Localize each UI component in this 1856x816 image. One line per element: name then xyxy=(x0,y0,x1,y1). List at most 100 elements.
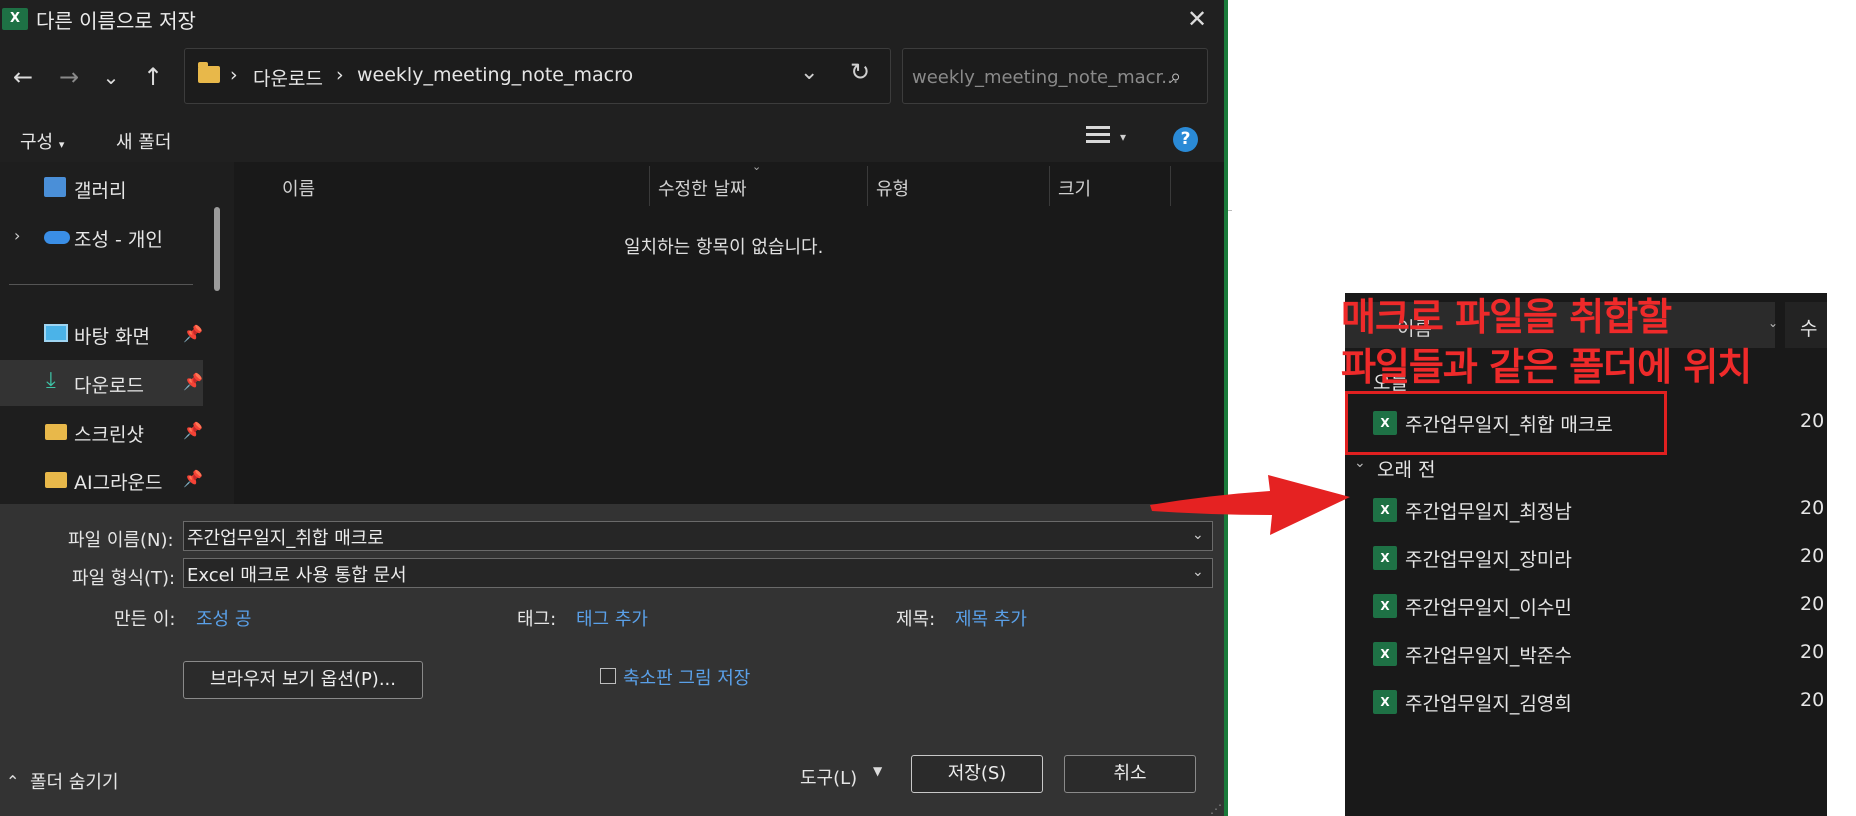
tools-menu-button[interactable]: 도구(L) xyxy=(800,764,857,790)
folder-icon xyxy=(45,424,67,440)
search-input[interactable]: weekly_meeting_note_macr... xyxy=(912,67,1178,88)
chevron-up-icon[interactable]: ⌃ xyxy=(6,772,19,791)
pin-icon: 📌 xyxy=(183,324,203,343)
pin-icon: 📌 xyxy=(183,372,203,391)
column-header-size[interactable]: 크기 xyxy=(1058,175,1091,201)
annotation-text: 매크로 파일을 취합할 파일들과 같은 폴더에 위치 xyxy=(1341,292,1752,392)
explorer-file-name[interactable]: 주간업무일지_장미라 xyxy=(1405,545,1572,572)
organize-label: 구성 xyxy=(20,132,54,153)
sidebar-item-gallery[interactable]: 갤러리 xyxy=(74,176,126,203)
group-old-label[interactable]: 오래 전 xyxy=(1377,455,1435,482)
dialog-title: 다른 이름으로 저장 xyxy=(36,9,196,33)
explorer-file-name[interactable]: 주간업무일지_최정남 xyxy=(1405,497,1572,524)
excel-app-icon: X xyxy=(2,8,28,30)
folder-icon xyxy=(45,472,67,488)
excel-file-icon: X xyxy=(1373,594,1397,618)
save-thumbnail-label[interactable]: 축소판 그림 저장 xyxy=(623,664,750,690)
breadcrumb-separator: › xyxy=(336,64,344,86)
empty-folder-message: 일치하는 항목이 없습니다. xyxy=(624,237,824,258)
desktop-icon xyxy=(44,324,68,342)
author-value[interactable]: 조성 공 xyxy=(196,605,251,631)
caret-down-icon: ▾ xyxy=(58,138,65,151)
browser-view-options-button[interactable]: 브라우저 보기 옵션(P)... xyxy=(183,661,423,699)
up-folder-button[interactable]: ↑ xyxy=(138,62,168,92)
column-divider[interactable] xyxy=(649,166,650,206)
onedrive-icon xyxy=(44,231,70,244)
help-icon[interactable]: ? xyxy=(1173,127,1198,152)
download-icon: ⤓ xyxy=(46,368,56,393)
breadcrumb-current-folder[interactable]: weekly_meeting_note_macro xyxy=(357,64,633,86)
file-name-label: 파일 이름(N): xyxy=(68,530,174,551)
sidebar-item-aiground[interactable]: AI그라운드 xyxy=(74,468,163,495)
annotation-line-2: 파일들과 같은 폴더에 위치 xyxy=(1341,345,1752,389)
address-history-chevron-icon[interactable]: ⌄ xyxy=(800,60,818,85)
title-add-link[interactable]: 제목 추가 xyxy=(955,605,1027,631)
chevron-down-icon[interactable]: ⌄ xyxy=(1768,316,1778,330)
column-divider[interactable] xyxy=(1170,166,1171,206)
excel-file-icon: X xyxy=(1373,642,1397,666)
file-name-input[interactable]: 주간업무일지_취합 매크로 xyxy=(187,524,384,550)
gallery-icon xyxy=(44,177,66,197)
breadcrumb-separator: › xyxy=(230,64,238,86)
explorer-file-date: 20 xyxy=(1800,410,1825,432)
close-button[interactable]: ✕ xyxy=(1180,2,1214,36)
highlight-box xyxy=(1345,391,1667,455)
sort-chevron-icon: ⌄ xyxy=(752,160,762,173)
chevron-down-icon[interactable]: ⌄ xyxy=(1192,564,1204,580)
file-list-pane xyxy=(234,162,1224,504)
search-icon[interactable]: ⌕ xyxy=(1170,64,1181,88)
cancel-button[interactable]: 취소 xyxy=(1064,755,1196,793)
sidebar-item-onedrive[interactable]: 조성 - 개인 xyxy=(74,225,163,252)
recent-locations-button[interactable]: ⌄ xyxy=(96,62,126,92)
pin-icon: 📌 xyxy=(183,469,203,488)
save-as-dialog: X 다른 이름으로 저장 ✕ ← → ⌄ ↑ › 다운로드 › weekly_m… xyxy=(0,0,1224,816)
explorer-file-date: 20 xyxy=(1800,593,1825,615)
explorer-file-date: 20 xyxy=(1800,497,1825,519)
explorer-file-date: 20 xyxy=(1800,689,1825,711)
file-type-label: 파일 형식(T): xyxy=(72,568,176,589)
column-divider[interactable] xyxy=(1049,166,1050,206)
excel-file-icon: X xyxy=(1373,498,1397,522)
tags-label: 태그: xyxy=(517,609,557,630)
expand-chevron-icon[interactable]: › xyxy=(14,226,20,245)
save-thumbnail-checkbox[interactable] xyxy=(600,668,616,684)
column-divider[interactable] xyxy=(867,166,868,206)
explorer-file-name[interactable]: 주간업무일지_이수민 xyxy=(1405,593,1572,620)
file-type-value[interactable]: Excel 매크로 사용 통합 문서 xyxy=(187,561,407,587)
pin-icon: 📌 xyxy=(183,421,203,440)
column-header-name[interactable]: 이름 xyxy=(282,175,315,201)
excel-file-icon: X xyxy=(1373,546,1397,570)
sidebar-scrollbar[interactable] xyxy=(214,207,220,291)
resize-grip-icon[interactable]: ⋰ xyxy=(1210,802,1222,816)
explorer-file-date: 20 xyxy=(1800,641,1825,663)
breadcrumb-downloads[interactable]: 다운로드 xyxy=(253,64,323,91)
excel-file-icon: X xyxy=(1373,690,1397,714)
refresh-icon[interactable]: ↻ xyxy=(850,58,870,86)
annotation-arrow-icon xyxy=(1150,475,1350,535)
forward-button[interactable]: → xyxy=(54,62,84,92)
author-label: 만든 이: xyxy=(114,609,176,630)
column-header-type[interactable]: 유형 xyxy=(876,175,909,201)
window-edge xyxy=(1224,0,1228,816)
folder-icon xyxy=(198,62,220,83)
hide-folders-button[interactable]: 폴더 숨기기 xyxy=(30,768,119,794)
title-label: 제목: xyxy=(896,609,936,630)
tags-add-link[interactable]: 태그 추가 xyxy=(576,605,648,631)
explorer-file-name[interactable]: 주간업무일지_김영희 xyxy=(1405,689,1572,716)
sidebar-item-desktop[interactable]: 바탕 화면 xyxy=(74,322,150,349)
save-button[interactable]: 저장(S) xyxy=(911,755,1043,793)
sheet-gridline xyxy=(1228,210,1232,211)
sidebar-item-screenshots[interactable]: 스크린샷 xyxy=(74,420,144,447)
explorer-file-date: 20 xyxy=(1800,545,1825,567)
sidebar-item-downloads[interactable]: 다운로드 xyxy=(74,371,144,398)
caret-down-icon[interactable]: ▼ xyxy=(873,764,882,778)
column-header-modified[interactable]: 수정한 날짜 xyxy=(658,175,747,201)
back-button[interactable]: ← xyxy=(8,62,38,92)
view-options-icon[interactable] xyxy=(1086,126,1110,150)
annotation-line-1: 매크로 파일을 취합할 xyxy=(1341,295,1672,339)
explorer-column-date[interactable]: 수 xyxy=(1800,314,1817,341)
explorer-file-name[interactable]: 주간업무일지_박준수 xyxy=(1405,641,1572,668)
organize-menu-button[interactable]: 구성 ▾ xyxy=(20,128,64,154)
new-folder-button[interactable]: 새 폴더 xyxy=(116,128,171,154)
caret-down-icon[interactable]: ▾ xyxy=(1120,130,1126,144)
